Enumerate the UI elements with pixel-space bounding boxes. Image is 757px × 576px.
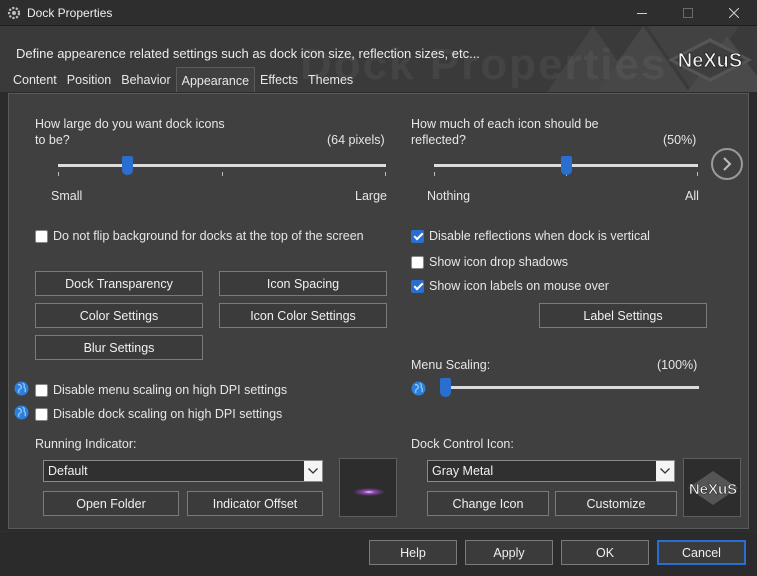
running-indicator-preview — [339, 458, 397, 517]
icon-labels-checkbox[interactable]: Show icon labels on mouse over — [411, 278, 609, 294]
icon-size-slider[interactable] — [58, 156, 386, 176]
running-indicator-label: Running Indicator: — [35, 437, 137, 451]
checkbox-label: Disable reflections when dock is vertica… — [429, 229, 650, 243]
tab-bar: Content Position Behavior Appearance Eff… — [8, 67, 358, 93]
checkbox-label: Do not flip background for docks at the … — [53, 229, 364, 243]
icon-color-settings-button[interactable]: Icon Color Settings — [219, 303, 387, 328]
apply-button[interactable]: Apply — [465, 540, 553, 565]
selected-value: Default — [48, 464, 88, 478]
slider-tick — [58, 172, 59, 176]
tab-appearance[interactable]: Appearance — [175, 67, 256, 92]
ok-button[interactable]: OK — [561, 540, 649, 565]
menu-scaling-value: (100%) — [657, 358, 698, 372]
slider-tick — [434, 172, 435, 176]
appearance-panel: How large do you want dock icons to be? … — [8, 93, 749, 529]
nexus-logo: NeXuS — [668, 38, 752, 82]
nexus-icon-preview: NeXuS — [688, 471, 738, 505]
checkbox-label: Disable dock scaling on high DPI setting… — [53, 407, 283, 421]
chevron-right-icon — [723, 157, 732, 171]
slider-thumb[interactable] — [121, 156, 133, 175]
tab-content[interactable]: Content — [8, 69, 62, 92]
dropdown-arrow[interactable] — [656, 461, 674, 481]
checkbox-box[interactable] — [35, 407, 48, 421]
minimize-button[interactable] — [619, 0, 665, 26]
window-title: Dock Properties — [27, 6, 113, 20]
customize-button[interactable]: Customize — [555, 491, 677, 516]
checkbox-box[interactable] — [35, 229, 48, 243]
drop-shadows-checkbox[interactable]: Show icon drop shadows — [411, 254, 568, 270]
checkbox-label: Show icon drop shadows — [429, 255, 568, 269]
slider-track — [440, 386, 699, 389]
maximize-button[interactable] — [665, 0, 711, 26]
dock-dpi-checkbox[interactable]: Disable dock scaling on high DPI setting… — [35, 406, 282, 422]
svg-text:NeXuS: NeXuS — [689, 481, 737, 498]
indicator-glow — [353, 488, 385, 496]
slider-tick — [385, 172, 386, 176]
checkbox-box[interactable] — [35, 383, 48, 397]
globe-icon — [14, 381, 29, 396]
footer-divider — [0, 531, 757, 532]
app-gear-icon — [7, 6, 21, 20]
checkbox-label: Show icon labels on mouse over — [429, 279, 609, 293]
title-bar: Dock Properties — [0, 0, 757, 26]
next-page-button[interactable] — [711, 148, 743, 180]
svg-text:NeXuS: NeXuS — [678, 50, 742, 72]
tab-position[interactable]: Position — [62, 69, 116, 92]
slider-thumb[interactable] — [440, 378, 452, 397]
chevron-down-icon — [308, 468, 318, 474]
close-icon — [729, 8, 739, 18]
color-settings-button[interactable]: Color Settings — [35, 303, 203, 328]
icon-size-question: How large do you want dock icons — [35, 117, 225, 131]
reflection-question: How much of each icon should be — [411, 117, 599, 131]
checkbox-box[interactable] — [411, 229, 424, 243]
no-flip-checkbox[interactable]: Do not flip background for docks at the … — [35, 228, 364, 244]
menu-dpi-checkbox[interactable]: Disable menu scaling on high DPI setting… — [35, 382, 287, 398]
menu-scaling-slider[interactable] — [440, 378, 699, 398]
disable-reflections-checkbox[interactable]: Disable reflections when dock is vertica… — [411, 228, 650, 244]
slider-tick — [221, 172, 223, 176]
maximize-icon — [683, 8, 693, 18]
icon-size-value: (64 pixels) — [327, 133, 385, 147]
slider-tick — [697, 172, 698, 176]
minimize-icon — [637, 13, 647, 14]
banner-description: Define appearence related settings such … — [16, 46, 480, 61]
reflection-max-label: All — [685, 189, 699, 203]
globe-icon — [411, 381, 426, 396]
blur-settings-button[interactable]: Blur Settings — [35, 335, 203, 360]
tab-themes[interactable]: Themes — [303, 69, 358, 92]
icon-size-question-cont: to be? — [35, 133, 70, 147]
cancel-button[interactable]: Cancel — [657, 540, 746, 565]
running-indicator-select[interactable]: Default — [43, 460, 323, 482]
close-button[interactable] — [711, 0, 757, 26]
dock-control-icon-label: Dock Control Icon: — [411, 437, 514, 451]
slider-thumb[interactable] — [561, 156, 572, 175]
icon-size-max-label: Large — [355, 189, 387, 203]
reflection-slider[interactable] — [434, 156, 698, 176]
globe-icon — [14, 405, 29, 420]
help-button[interactable]: Help — [369, 540, 457, 565]
reflection-value: (50%) — [663, 133, 697, 147]
checkbox-label: Disable menu scaling on high DPI setting… — [53, 383, 288, 397]
tab-behavior[interactable]: Behavior — [116, 69, 175, 92]
slider-track — [58, 164, 386, 167]
reflection-question-cont: reflected? — [411, 133, 466, 147]
dock-transparency-button[interactable]: Dock Transparency — [35, 271, 203, 296]
tab-effects[interactable]: Effects — [255, 69, 303, 92]
dock-control-icon-select[interactable]: Gray Metal — [427, 460, 675, 482]
change-icon-button[interactable]: Change Icon — [427, 491, 549, 516]
chevron-down-icon — [660, 468, 670, 474]
checkbox-box[interactable] — [411, 279, 424, 293]
icon-size-min-label: Small — [51, 189, 83, 203]
icon-spacing-button[interactable]: Icon Spacing — [219, 271, 387, 296]
dock-control-icon-preview: NeXuS — [683, 458, 741, 517]
dropdown-arrow[interactable] — [304, 461, 322, 481]
indicator-offset-button[interactable]: Indicator Offset — [187, 491, 323, 516]
reflection-min-label: Nothing — [427, 189, 471, 203]
slider-ticks — [58, 172, 386, 176]
menu-scaling-label: Menu Scaling: — [411, 358, 491, 372]
label-settings-button[interactable]: Label Settings — [539, 303, 707, 328]
open-folder-button[interactable]: Open Folder — [43, 491, 179, 516]
selected-value: Gray Metal — [432, 464, 494, 478]
checkbox-box[interactable] — [411, 255, 424, 269]
